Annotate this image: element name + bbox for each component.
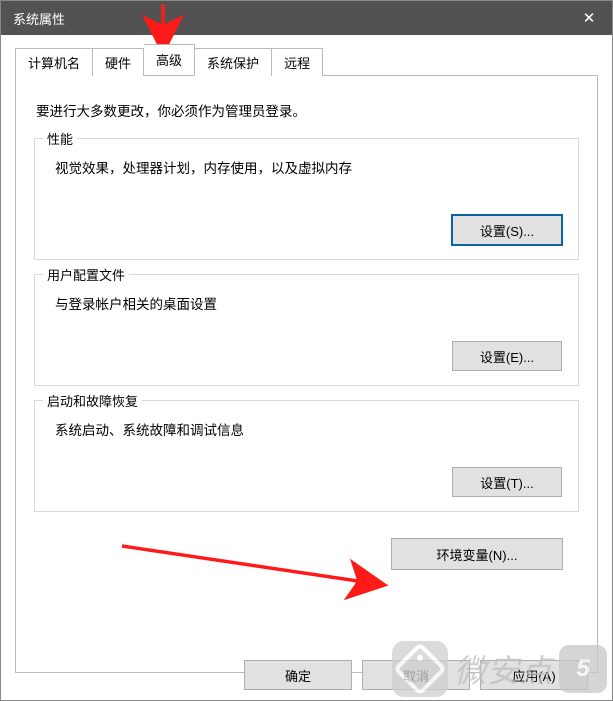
apply-button[interactable]: 应用(A) [480, 660, 588, 690]
group-user-profiles-legend: 用户配置文件 [43, 265, 129, 284]
window-title: 系统属性 [13, 9, 65, 28]
group-startup-recovery-legend: 启动和故障恢复 [43, 391, 142, 410]
group-performance-legend: 性能 [43, 129, 77, 148]
admin-notice: 要进行大多数更改，你必须作为管理员登录。 [36, 100, 577, 120]
group-user-profiles-desc: 与登录帐户相关的桌面设置 [51, 293, 562, 313]
tab-system-protection[interactable]: 系统保护 [195, 48, 272, 76]
cancel-button[interactable]: 取消 [362, 660, 470, 690]
performance-settings-button[interactable]: 设置(S)... [452, 215, 562, 245]
close-button[interactable]: ✕ [566, 1, 612, 35]
system-properties-window: 系统属性 ✕ 计算机名 硬件 高级 系统保护 远程 要进行大多数更改，你必须作为… [0, 0, 613, 701]
group-performance-desc: 视觉效果，处理器计划，内存使用，以及虚拟内存 [51, 157, 562, 177]
tab-remote[interactable]: 远程 [272, 48, 323, 76]
tab-page-advanced: 要进行大多数更改，你必须作为管理员登录。 性能 视觉效果，处理器计划，内存使用，… [15, 75, 598, 673]
close-icon: ✕ [583, 9, 596, 27]
group-performance: 性能 视觉效果，处理器计划，内存使用，以及虚拟内存 设置(S)... [34, 138, 579, 260]
group-startup-recovery-buttons: 设置(T)... [51, 467, 562, 497]
user-profiles-settings-button[interactable]: 设置(E)... [452, 341, 562, 371]
tab-advanced[interactable]: 高级 [144, 44, 195, 75]
tab-computer-name[interactable]: 计算机名 [15, 48, 93, 76]
client-area: 计算机名 硬件 高级 系统保护 远程 要进行大多数更改，你必须作为管理员登录。 … [1, 35, 612, 700]
environment-variables-button[interactable]: 环境变量(N)... [391, 538, 563, 570]
group-startup-recovery-desc: 系统启动、系统故障和调试信息 [51, 419, 562, 439]
group-user-profiles-buttons: 设置(E)... [51, 341, 562, 371]
dialog-footer: 确定 取消 应用(A) [1, 650, 612, 700]
startup-recovery-settings-button[interactable]: 设置(T)... [452, 467, 562, 497]
group-user-profiles: 用户配置文件 与登录帐户相关的桌面设置 设置(E)... [34, 274, 579, 386]
ok-button[interactable]: 确定 [244, 660, 352, 690]
group-performance-buttons: 设置(S)... [51, 215, 562, 245]
group-startup-recovery: 启动和故障恢复 系统启动、系统故障和调试信息 设置(T)... [34, 400, 579, 512]
tab-hardware[interactable]: 硬件 [93, 48, 144, 76]
titlebar: 系统属性 ✕ [1, 1, 612, 35]
tab-strip: 计算机名 硬件 高级 系统保护 远程 [15, 49, 598, 75]
env-vars-row: 环境变量(N)... [34, 538, 579, 570]
